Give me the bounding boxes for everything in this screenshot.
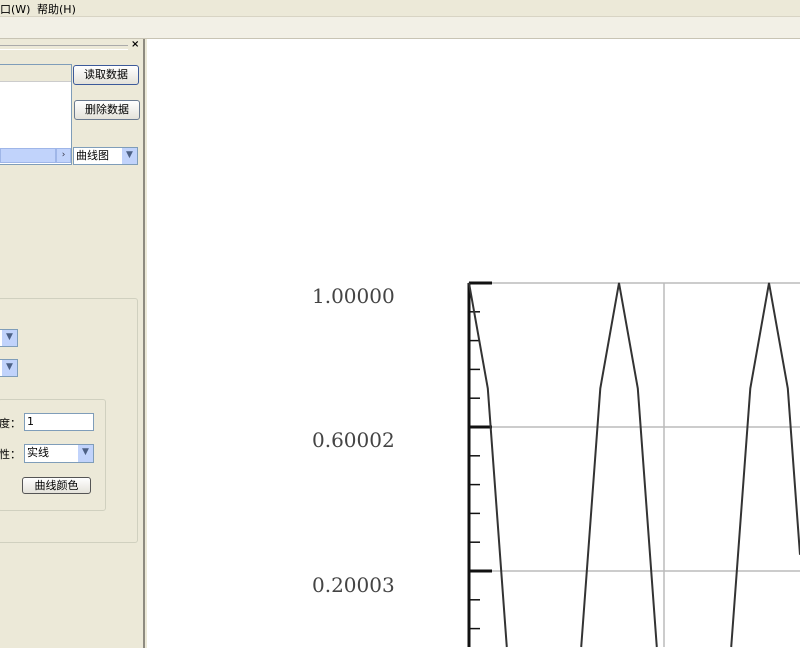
close-icon[interactable]: × [131, 39, 139, 50]
menu-window[interactable]: 口(W) [0, 1, 30, 17]
read-data-button[interactable]: 读取数据 [73, 65, 139, 85]
data-point [637, 387, 639, 389]
series-line [730, 282, 800, 648]
chevron-down-icon: ▼ [78, 445, 93, 462]
settings-group: ▼ ▼ 度： 1 性： 实线 ▼ 曲线颜色 [0, 298, 138, 543]
list-header [0, 65, 71, 82]
chevron-down-icon: ▼ [2, 360, 17, 376]
data-point [487, 387, 489, 389]
line-chart [467, 281, 800, 648]
line-width-label: 度： [0, 417, 21, 430]
scroll-right-icon[interactable]: › [56, 148, 71, 163]
data-point [506, 642, 507, 644]
chevron-down-icon: ▼ [122, 148, 137, 164]
data-point [731, 642, 732, 644]
menu-bar: 口(W) 帮助(H) [0, 0, 800, 17]
data-point [656, 642, 657, 644]
horizontal-scrollbar[interactable] [0, 148, 56, 163]
data-point [599, 387, 601, 389]
line-style-label: 性： [0, 448, 21, 461]
data-point [749, 387, 751, 389]
toolbar [0, 17, 800, 39]
data-point [618, 282, 620, 284]
data-list[interactable]: › [0, 64, 72, 165]
left-panel: × › 读取数据 删除数据 曲线图 ▼ ▼ ▼ 度： 1 性： 实线 ▼ 曲线颜… [0, 39, 145, 648]
chart-area: 1.00000 0.60002 0.20003 [147, 39, 800, 648]
setting-select-2[interactable]: ▼ [0, 359, 18, 377]
series-line [580, 282, 658, 648]
menu-help[interactable]: 帮助(H) [37, 1, 76, 17]
series-line [468, 282, 508, 648]
data-point [468, 282, 470, 284]
data-point [787, 387, 789, 389]
curve-group: 度： 1 性： 实线 ▼ 曲线颜色 [0, 399, 106, 511]
line-style-select[interactable]: 实线 ▼ [24, 444, 94, 463]
data-point [768, 282, 770, 284]
delete-data-button[interactable]: 删除数据 [74, 100, 140, 120]
chart-type-value: 曲线图 [76, 149, 109, 162]
chevron-down-icon: ▼ [2, 330, 17, 346]
chart-type-select[interactable]: 曲线图 ▼ [73, 147, 138, 165]
setting-select-1[interactable]: ▼ [0, 329, 18, 347]
data-point [581, 642, 582, 644]
panel-grip[interactable] [0, 45, 128, 50]
line-width-input[interactable]: 1 [24, 413, 94, 431]
curve-color-button[interactable]: 曲线颜色 [22, 477, 91, 494]
line-style-value: 实线 [27, 446, 49, 459]
